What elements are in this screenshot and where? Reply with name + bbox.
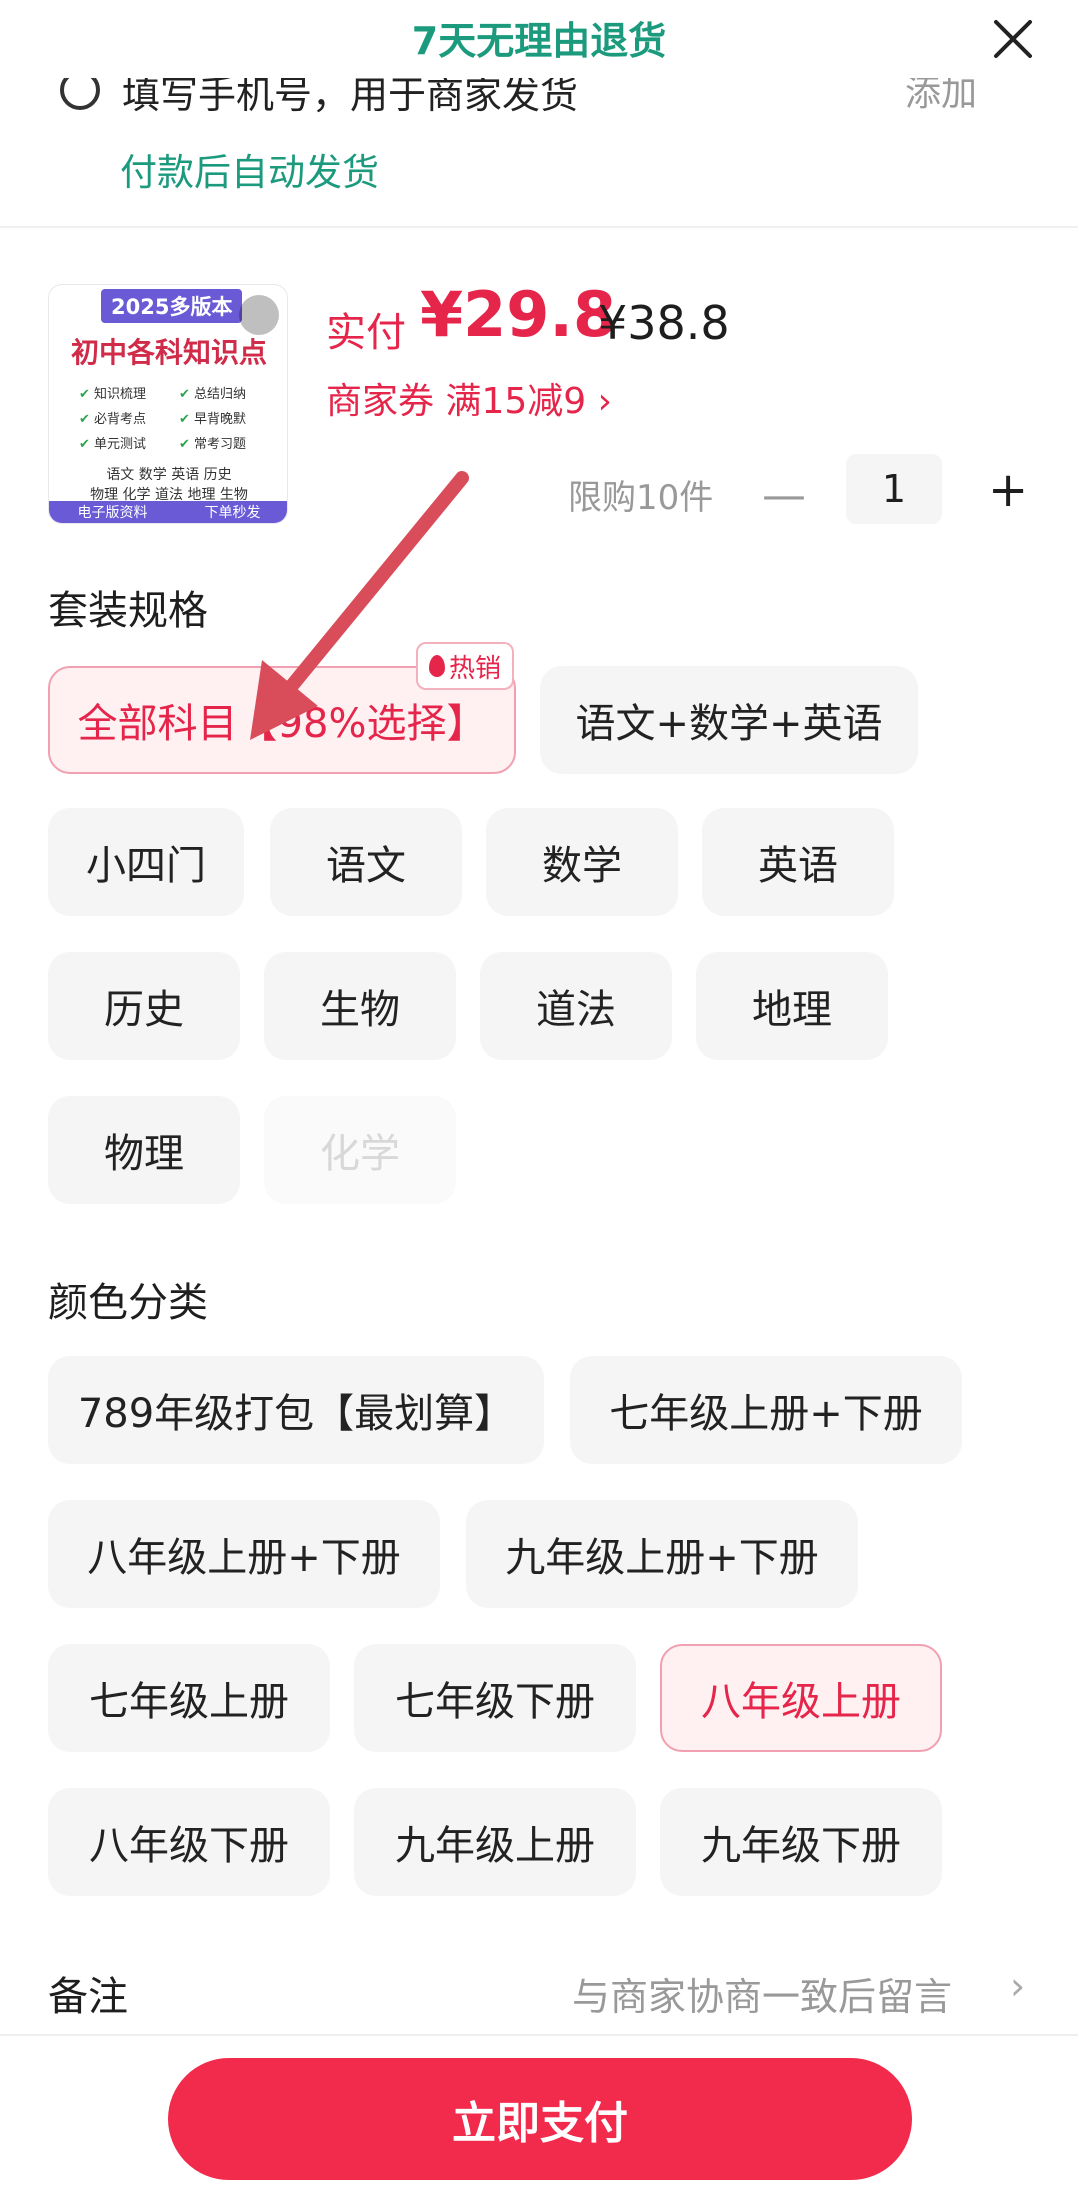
- bundle-section-title: 套装规格: [48, 588, 208, 634]
- purchase-limit: 限购10件: [568, 478, 714, 518]
- bundle-option[interactable]: 生物: [264, 952, 456, 1060]
- product-thumbnail[interactable]: 2025多版本 初中各科知识点 知识梳理 总结归纳 必背考点 早背晚默 单元测试…: [48, 284, 288, 524]
- bundle-option[interactable]: 英语: [702, 808, 894, 916]
- thumb-subjects: 语文 数学 英语 历史 物理 化学 道法 地理 生物: [49, 465, 287, 505]
- thumb-footer-left: 电子版资料: [77, 505, 148, 521]
- bundle-option[interactable]: 地理: [696, 952, 888, 1060]
- color-option[interactable]: 八年级下册: [48, 1788, 330, 1896]
- divider: [0, 226, 1078, 228]
- color-option-selected[interactable]: 八年级上册: [660, 1644, 942, 1752]
- color-option[interactable]: 七年级上册: [48, 1644, 330, 1752]
- remark-label: 备注: [48, 1974, 128, 2020]
- contact-row[interactable]: 填写手机号，用于商家发货 添加: [0, 78, 1078, 118]
- coupon-link[interactable]: 商家券 满15减9 ›: [326, 372, 612, 424]
- thumb-footer: 电子版资料 下单秒发: [49, 501, 287, 523]
- bundle-option[interactable]: 历史: [48, 952, 240, 1060]
- hot-sale-label: 热销: [448, 653, 501, 684]
- close-icon[interactable]: [990, 16, 1036, 62]
- add-contact-link[interactable]: 添加: [905, 78, 977, 116]
- thumb-badge: 2025多版本: [101, 289, 243, 323]
- thumb-feature: 早背晚默: [179, 408, 279, 427]
- thumb-title: 初中各科知识点: [70, 336, 267, 369]
- bundle-option[interactable]: 道法: [480, 952, 672, 1060]
- bundle-option[interactable]: 语文+数学+英语: [540, 666, 918, 774]
- thumb-subjects-line: 语文 数学 英语 历史: [106, 467, 232, 483]
- bundle-option[interactable]: 物理: [48, 1096, 240, 1204]
- bundle-option[interactable]: 数学: [486, 808, 678, 916]
- remark-input[interactable]: 与商家协商一致后留言: [572, 1966, 952, 2021]
- pay-price: ¥29.8: [420, 278, 617, 351]
- thumb-feature: 单元测试: [79, 433, 179, 452]
- thumb-feature: 知识梳理: [79, 383, 179, 402]
- auto-ship-note: 付款后自动发货: [120, 151, 379, 194]
- phone-icon: [60, 78, 100, 110]
- color-option[interactable]: 九年级上册: [354, 1788, 636, 1896]
- hot-sale-badge: 热销: [416, 642, 514, 690]
- quantity-value[interactable]: 1: [846, 454, 942, 524]
- divider: [0, 2034, 1078, 2036]
- color-option[interactable]: 七年级上册+下册: [570, 1356, 962, 1464]
- page-title: 7天无理由退货: [411, 19, 667, 63]
- color-option[interactable]: 七年级下册: [354, 1644, 636, 1752]
- fire-icon: [428, 655, 445, 677]
- contact-text: 填写手机号，用于商家发货: [122, 78, 579, 117]
- thumb-footer-right: 下单秒发: [204, 505, 261, 521]
- pay-now-button[interactable]: 立即支付: [168, 2058, 912, 2180]
- chevron-right-icon: ›: [1010, 1964, 1026, 2008]
- original-price: ¥38.8: [598, 296, 730, 350]
- decrease-quantity-button[interactable]: —: [762, 470, 806, 521]
- thumb-feature: 常考习题: [179, 433, 279, 452]
- thumb-features: 知识梳理 总结归纳 必背考点 早背晚默 单元测试 常考习题: [79, 383, 279, 452]
- color-option[interactable]: 九年级上册+下册: [466, 1500, 858, 1608]
- thumb-feature: 必背考点: [79, 408, 179, 427]
- color-option[interactable]: 789年级打包【最划算】: [48, 1356, 544, 1464]
- thumb-feature: 总结归纳: [179, 383, 279, 402]
- increase-quantity-button[interactable]: +: [988, 462, 1028, 518]
- bundle-option[interactable]: 语文: [270, 808, 462, 916]
- color-option[interactable]: 九年级下册: [660, 1788, 942, 1896]
- bundle-option[interactable]: 小四门: [48, 808, 244, 916]
- pay-label: 实付: [326, 310, 406, 356]
- bundle-option-disabled: 化学: [264, 1096, 456, 1204]
- color-section-title: 颜色分类: [48, 1280, 208, 1326]
- color-option[interactable]: 八年级上册+下册: [48, 1500, 440, 1608]
- zoom-icon[interactable]: [239, 295, 279, 335]
